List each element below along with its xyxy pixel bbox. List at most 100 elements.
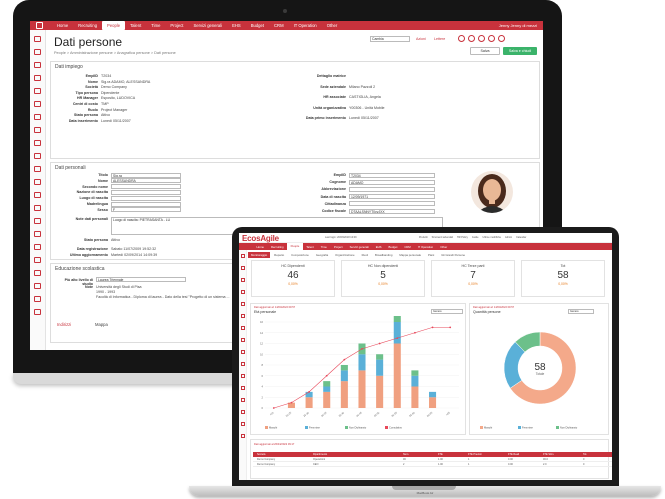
letters-menu[interactable]: Lettere [434, 37, 445, 41]
nav-item-time[interactable]: Time [146, 23, 165, 28]
sidebar-icon[interactable] [34, 257, 41, 263]
ecosagile-logo[interactable]: EcosAgile [242, 234, 279, 243]
nav-item-project[interactable]: Project [165, 23, 188, 28]
header-link[interactable]: Guide [472, 236, 479, 239]
quantity-chart-filter[interactable]: Genere [568, 309, 594, 314]
sidebar-icon[interactable] [241, 374, 245, 378]
sidebar-icon[interactable] [34, 296, 41, 302]
tab-geografia[interactable]: Geografia [313, 252, 331, 258]
field-input[interactable] [111, 195, 181, 201]
sidebar-icon[interactable] [34, 49, 41, 55]
sidebar-icon[interactable] [241, 434, 245, 438]
sidebar-icon[interactable] [241, 326, 245, 330]
field-input[interactable]: F [111, 207, 181, 213]
sidebar-icon[interactable] [34, 205, 41, 211]
sidebar-icon[interactable] [241, 338, 245, 342]
nav-item-home[interactable]: Home [52, 23, 73, 28]
sidebar-icon[interactable] [34, 153, 41, 159]
sidebar-icon[interactable] [241, 278, 245, 282]
header-link[interactable]: Admin [505, 236, 512, 239]
sidebar-icon[interactable] [34, 270, 41, 276]
tab-ruoli[interactable]: Ruoli [359, 252, 371, 258]
tab-gli-grandi-persone[interactable]: Gli Grandi Persone [438, 252, 468, 258]
nav-item-other[interactable]: Other [437, 245, 451, 249]
star-icon[interactable] [468, 35, 475, 42]
nav-item-recruiting[interactable]: Recruiting [73, 23, 102, 28]
field-input[interactable]: ADAMO [349, 179, 435, 185]
tab-piani[interactable]: Piani [425, 252, 437, 258]
nav-item-servizi-generali[interactable]: Servizi generali [188, 23, 227, 28]
nav-item-crm[interactable]: CRM [401, 245, 414, 249]
nav-item-it-operation[interactable]: IT Operation [289, 23, 322, 28]
sidebar-icon[interactable] [241, 254, 245, 258]
sidebar-icon[interactable] [34, 114, 41, 120]
education-level-select[interactable]: Laurea Triennale [96, 277, 186, 282]
sidebar-icon[interactable] [34, 62, 41, 68]
pdf-icon[interactable] [458, 35, 465, 42]
sidebar-icon[interactable] [34, 127, 41, 133]
sidebar-icon[interactable] [34, 166, 41, 172]
mail-icon[interactable] [488, 35, 495, 42]
help-icon[interactable] [498, 35, 505, 42]
settings-icon[interactable] [478, 35, 485, 42]
sidebar-icon[interactable] [241, 350, 245, 354]
tab-broadbanding[interactable]: Broadbanding [372, 252, 395, 258]
header-link[interactable]: Preferiti [419, 236, 428, 239]
tab-mappa-personale[interactable]: Mappa personale [396, 252, 424, 258]
header-link[interactable]: HR Policy [457, 236, 468, 239]
nav-item-people[interactable]: People [287, 243, 303, 250]
sidebar-icon[interactable] [241, 314, 245, 318]
sidebar-icon[interactable] [241, 290, 245, 294]
sidebar-icon[interactable] [34, 140, 41, 146]
nav-item-talent[interactable]: Talent [125, 23, 146, 28]
nav-item-budget[interactable]: Budget [246, 23, 269, 28]
save-close-button[interactable]: Salva e chiudi [503, 47, 537, 55]
sidebar-icon[interactable] [241, 362, 245, 366]
sidebar-icon[interactable] [34, 192, 41, 198]
actions-menu[interactable]: Azioni [416, 37, 426, 41]
field-input[interactable]: T2034 [349, 172, 435, 178]
sidebar-icon[interactable] [34, 283, 41, 289]
nav-item-ehs[interactable]: EHS [372, 245, 385, 249]
field-input[interactable] [349, 201, 435, 207]
nav-item-servizi-generali[interactable]: Servizi generali [346, 245, 372, 249]
sidebar-icon[interactable] [34, 231, 41, 237]
header-link[interactable]: Ultime modifiche [483, 236, 501, 239]
field-input[interactable] [111, 184, 181, 190]
nav-item-recruiting[interactable]: Recruiting [267, 245, 287, 249]
sidebar-icon[interactable] [241, 410, 245, 414]
nav-item-other[interactable]: Other [322, 23, 342, 28]
sidebar-icon[interactable] [241, 422, 245, 426]
sidebar-icon[interactable] [34, 101, 41, 107]
nav-item-talent[interactable]: Talent [303, 245, 317, 249]
field-input[interactable] [349, 186, 435, 192]
tab-composizione[interactable]: Composizione [288, 252, 312, 258]
sidebar-icon[interactable] [34, 309, 41, 315]
home-logo-icon[interactable] [36, 22, 43, 29]
field-input[interactable]: Sig.ra [111, 172, 181, 178]
field-input[interactable] [111, 201, 181, 207]
nav-item-project[interactable]: Project [330, 245, 346, 249]
field-input[interactable]: ALESSANDRA [111, 178, 181, 184]
sidebar-icon[interactable] [34, 218, 41, 224]
sidebar-icon[interactable] [241, 386, 245, 390]
nav-item-people[interactable]: People [102, 21, 126, 30]
sidebar-icon[interactable] [34, 75, 41, 81]
tab-map[interactable]: Mappa [95, 322, 108, 327]
nav-item-ehs[interactable]: EHS [227, 23, 246, 28]
nav-item-time[interactable]: Time [317, 245, 330, 249]
nav-item-home[interactable]: Home [253, 245, 267, 249]
nav-item-crm[interactable]: CRM [269, 23, 289, 28]
header-link[interactable]: Strumenti aziendali [432, 236, 453, 239]
field-input[interactable] [111, 189, 181, 195]
change-select[interactable]: Cambia [370, 36, 410, 42]
sidebar-icon[interactable] [241, 302, 245, 306]
table-row[interactable]: Demo Company CEO 2 1.00 1 0.00 2.0 0 [253, 463, 612, 467]
save-button[interactable]: Salva [470, 47, 500, 55]
sidebar-icon[interactable] [34, 36, 41, 42]
tab-addresses[interactable]: Indirizzi [57, 322, 71, 327]
table-row[interactable]: Demo Company Operazioni 46 1.00 1 0.00 46.0 0 [253, 458, 612, 462]
sidebar-icon[interactable] [34, 244, 41, 250]
field-input[interactable]: 12/09/1971 [349, 194, 435, 200]
sidebar-icon[interactable] [34, 88, 41, 94]
